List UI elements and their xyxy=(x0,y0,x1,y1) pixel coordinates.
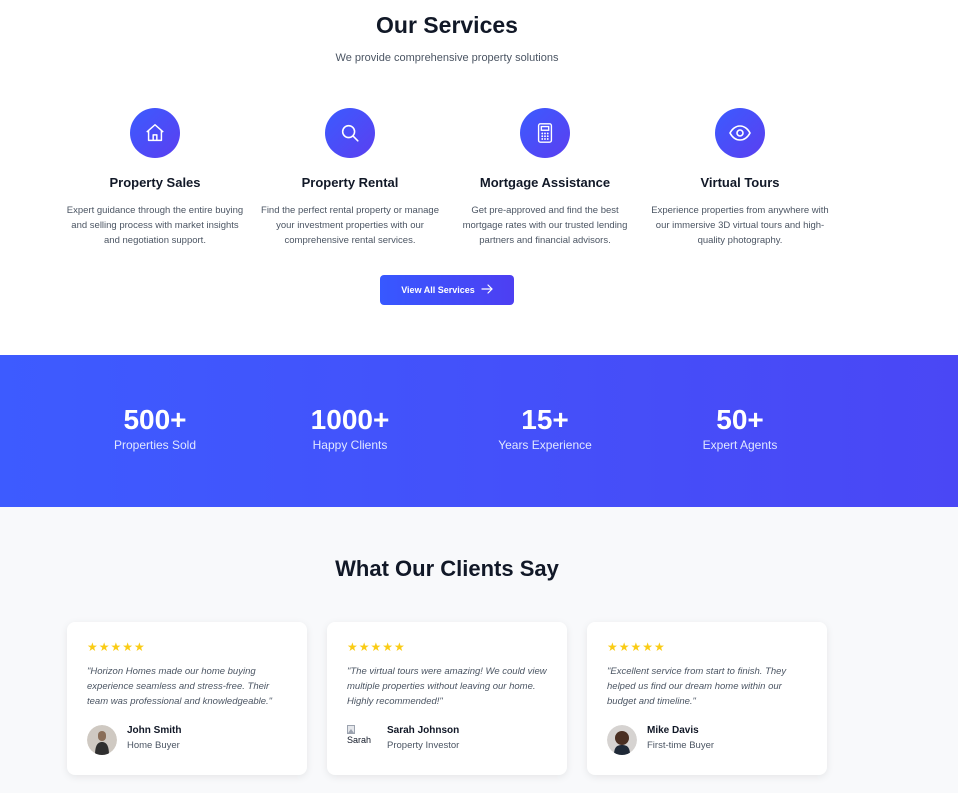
calculator-icon xyxy=(520,108,570,158)
view-all-services-label: View All Services xyxy=(401,285,475,295)
service-title: Virtual Tours xyxy=(700,175,780,190)
avatar: Sarah xyxy=(347,725,377,755)
testimonial-card: ★★★★★ "The virtual tours were amazing! W… xyxy=(327,622,567,775)
services-title: Our Services xyxy=(376,12,518,38)
stat-label: Happy Clients xyxy=(312,438,388,452)
stat-value: 50+ xyxy=(716,404,764,435)
service-title: Mortgage Assistance xyxy=(479,175,611,190)
testimonial-author: Mike Davis First-time Buyer xyxy=(647,725,714,751)
testimonial-quote: "The virtual tours were amazing! We coul… xyxy=(347,666,547,707)
stat-value: 500+ xyxy=(123,404,187,435)
avatar xyxy=(607,725,637,755)
service-card-sales: Property Sales Expert guidance through t… xyxy=(65,108,245,248)
testimonial-quote: "Excellent service from start to finish.… xyxy=(607,666,787,707)
stat-years-experience: 15+ Years Experience xyxy=(455,403,635,452)
arrow-right-icon xyxy=(481,284,493,296)
services-section: Our Services We provide comprehensive pr… xyxy=(0,0,958,355)
author-name: Mike Davis xyxy=(647,725,699,736)
author-name: Sarah Johnson xyxy=(387,725,460,736)
author-role: Property Investor xyxy=(387,740,460,751)
author-role: First-time Buyer xyxy=(647,740,715,751)
author-name: John Smith xyxy=(127,725,182,736)
stat-happy-clients: 1000+ Happy Clients xyxy=(260,403,440,452)
home-icon xyxy=(130,108,180,158)
services-subtitle: We provide comprehensive property soluti… xyxy=(335,52,559,64)
rating-stars: ★★★★★ xyxy=(87,640,146,654)
testimonial-card: ★★★★★ "Excellent service from start to f… xyxy=(587,622,827,775)
view-all-services-button[interactable]: View All Services xyxy=(380,275,514,305)
stat-label: Years Experience xyxy=(498,438,592,452)
testimonials-section: What Our Clients Say ★★★★★ "Horizon Home… xyxy=(0,507,958,793)
stat-label: Properties Sold xyxy=(113,438,197,452)
stat-value: 15+ xyxy=(521,404,569,435)
testimonials-title: What Our Clients Say xyxy=(335,556,559,581)
service-description: Find the perfect rental property or mana… xyxy=(261,205,439,246)
testimonial-quote: "Horizon Homes made our home buying expe… xyxy=(87,666,273,707)
eye-icon xyxy=(715,108,765,158)
service-card-mortgage: Mortgage Assistance Get pre-approved and… xyxy=(455,108,635,248)
stats-section: 500+ Properties Sold 1000+ Happy Clients… xyxy=(0,355,958,507)
avatar-alt-text: Sarah xyxy=(347,735,372,745)
service-title: Property Sales xyxy=(109,175,201,190)
service-card-rental: Property Rental Find the perfect rental … xyxy=(260,108,440,248)
stat-value: 1000+ xyxy=(310,404,390,435)
stat-label: Expert Agents xyxy=(702,438,778,452)
service-description: Experience properties from anywhere with… xyxy=(651,205,829,246)
author-role: Home Buyer xyxy=(127,740,180,751)
service-card-virtual-tours: Virtual Tours Experience properties from… xyxy=(650,108,830,248)
testimonial-author: John Smith Home Buyer xyxy=(127,725,181,751)
rating-stars: ★★★★★ xyxy=(347,640,406,654)
testimonial-card: ★★★★★ "Horizon Homes made our home buyin… xyxy=(67,622,307,775)
rating-stars: ★★★★★ xyxy=(607,640,666,654)
testimonial-author: Sarah Johnson Property Investor xyxy=(387,725,459,751)
service-description: Expert guidance through the entire buyin… xyxy=(66,205,244,246)
service-description: Get pre-approved and find the best mortg… xyxy=(462,205,628,246)
stat-properties-sold: 500+ Properties Sold xyxy=(65,403,245,452)
avatar xyxy=(87,725,117,755)
stat-expert-agents: 50+ Expert Agents xyxy=(650,403,830,452)
search-icon xyxy=(325,108,375,158)
service-title: Property Rental xyxy=(301,175,399,190)
